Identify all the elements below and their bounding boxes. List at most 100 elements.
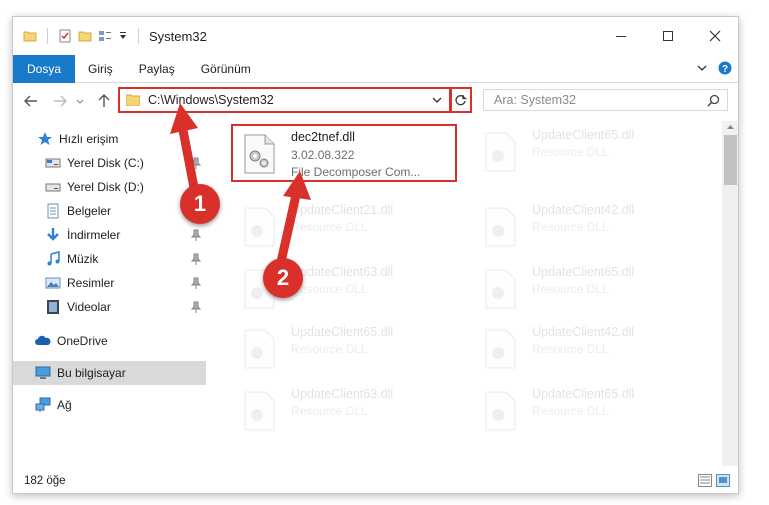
navigation-bar: C:\Windows\System32 Ara: System32 — [13, 84, 738, 118]
nav-item-downloads[interactable]: İndirmeler — [13, 223, 206, 247]
dll-file-icon — [244, 391, 275, 431]
file-name: UpdateClient65.dll — [532, 387, 635, 401]
drive-icon — [45, 158, 61, 168]
item-count: 182 öğe — [24, 475, 66, 487]
cloud-icon — [35, 335, 51, 345]
nav-item-videos[interactable]: Videolar — [13, 295, 206, 319]
pin-icon[interactable] — [191, 229, 201, 241]
file-list: dec2tnef.dll 3.02.08.322 File Decomposer… — [221, 121, 719, 466]
network-icon — [35, 397, 51, 412]
view-options-icon[interactable] — [98, 29, 112, 43]
dll-file-icon — [244, 134, 275, 174]
nav-item-local-disk-d[interactable]: Yerel Disk (D:) — [13, 175, 206, 199]
scrollbar-thumb[interactable] — [724, 135, 737, 185]
file-name: UpdateClient65.dll — [291, 325, 394, 339]
svg-text:?: ? — [722, 64, 728, 75]
dll-file-icon — [485, 391, 516, 431]
tab-home[interactable]: Giriş — [75, 55, 126, 83]
drive-icon — [45, 183, 61, 192]
forward-arrow-icon[interactable] — [52, 93, 68, 109]
pin-icon[interactable] — [191, 277, 201, 289]
refresh-icon — [455, 94, 467, 105]
nav-item-pictures[interactable]: Resimler — [13, 271, 206, 295]
tab-view[interactable]: Görünüm — [188, 55, 264, 83]
refresh-button[interactable] — [449, 87, 472, 113]
expand-ribbon-icon[interactable] — [696, 62, 708, 74]
vertical-scrollbar[interactable] — [722, 121, 739, 466]
customize-dropdown-icon[interactable] — [118, 29, 128, 43]
nav-item-label: İndirmeler — [67, 228, 121, 242]
nav-item-local-disk-c[interactable]: Yerel Disk (C:) — [13, 151, 206, 175]
file-name: UpdateClient63.dll — [291, 265, 394, 279]
help-icon[interactable]: ? — [718, 61, 732, 75]
file-description: File Decomposer Com... — [291, 165, 421, 179]
dll-file-icon — [244, 207, 275, 247]
window-title: System32 — [149, 28, 207, 44]
computer-icon — [35, 366, 51, 379]
window-controls — [597, 17, 738, 55]
nav-item-label: Ağ — [57, 398, 72, 412]
view-toggle — [698, 474, 730, 487]
scroll-up-icon[interactable] — [722, 121, 739, 133]
folder-icon — [126, 94, 140, 106]
file-version: 3.02.08.322 — [291, 148, 355, 162]
nav-item-label: Yerel Disk (C:) — [67, 156, 144, 170]
file-tile[interactable]: UpdateClient65.dll Resource DLL — [474, 383, 704, 441]
tab-share[interactable]: Paylaş — [126, 55, 188, 83]
nav-item-label: Hızlı erişim — [59, 132, 119, 146]
pin-icon[interactable] — [191, 253, 201, 265]
nav-item-music[interactable]: Müzik — [13, 247, 206, 271]
nav-item-quick-access[interactable]: Hızlı erişim — [13, 127, 206, 151]
properties-icon[interactable] — [58, 29, 72, 43]
file-name: UpdateClient65.dll — [532, 128, 635, 142]
dll-file-icon — [485, 132, 516, 172]
nav-item-label: Müzik — [67, 252, 99, 266]
pin-icon[interactable] — [191, 157, 201, 169]
nav-item-onedrive[interactable]: OneDrive — [13, 329, 206, 353]
file-description: Resource DLL — [291, 220, 368, 234]
file-tile[interactable]: UpdateClient42.dll Resource DLL — [474, 199, 704, 257]
file-description: Resource DLL — [532, 282, 609, 296]
file-name: UpdateClient63.dll — [291, 387, 394, 401]
close-button[interactable] — [691, 17, 738, 55]
large-icons-view-icon[interactable] — [716, 474, 730, 487]
search-box[interactable]: Ara: System32 — [483, 89, 728, 111]
file-tile-dec2tnef[interactable]: dec2tnef.dll 3.02.08.322 File Decomposer… — [231, 124, 457, 182]
title-bar: System32 — [13, 17, 738, 55]
up-arrow-icon[interactable] — [96, 93, 112, 109]
search-icon[interactable] — [707, 94, 720, 107]
file-tile[interactable]: UpdateClient65.dll Resource DLL — [474, 261, 704, 319]
file-tile[interactable]: UpdateClient65.dll Resource DLL — [233, 321, 463, 379]
documents-icon — [47, 203, 59, 219]
pin-icon[interactable] — [191, 301, 201, 313]
recent-locations-icon[interactable] — [75, 93, 85, 109]
nav-item-this-pc[interactable]: Bu bilgisayar — [13, 361, 206, 385]
status-bar: 182 öğe — [13, 468, 738, 493]
nav-item-network[interactable]: Ağ — [13, 393, 206, 417]
address-bar[interactable]: C:\Windows\System32 — [118, 87, 452, 113]
star-icon — [38, 132, 52, 145]
file-name: UpdateClient42.dll — [532, 203, 635, 217]
details-view-icon[interactable] — [698, 474, 712, 487]
minimize-icon — [615, 36, 626, 37]
dll-file-icon — [485, 329, 516, 369]
file-tile[interactable]: UpdateClient65.dll Resource DLL — [474, 124, 704, 182]
step-badge-1: 1 — [180, 184, 220, 224]
file-tile[interactable]: UpdateClient63.dll Resource DLL — [233, 383, 463, 441]
tab-file[interactable]: Dosya — [13, 54, 76, 83]
minimize-button[interactable] — [597, 17, 644, 55]
chevron-down-icon[interactable] — [432, 95, 442, 105]
nav-item-documents[interactable]: Belgeler — [13, 199, 206, 223]
file-name: dec2tnef.dll — [291, 130, 355, 144]
back-arrow-icon[interactable] — [23, 93, 39, 109]
maximize-button[interactable] — [644, 17, 691, 55]
search-input[interactable]: Ara: System32 — [494, 93, 576, 107]
new-folder-icon[interactable] — [78, 29, 92, 43]
folder-icon[interactable] — [23, 29, 37, 43]
file-description: Resource DLL — [532, 404, 609, 418]
quick-access-toolbar — [23, 28, 143, 44]
file-tile[interactable]: UpdateClient21.dll Resource DLL — [233, 199, 463, 257]
nav-item-label: OneDrive — [57, 334, 108, 348]
nav-item-label: Resimler — [67, 276, 115, 290]
file-tile[interactable]: UpdateClient42.dll Resource DLL — [474, 321, 704, 379]
